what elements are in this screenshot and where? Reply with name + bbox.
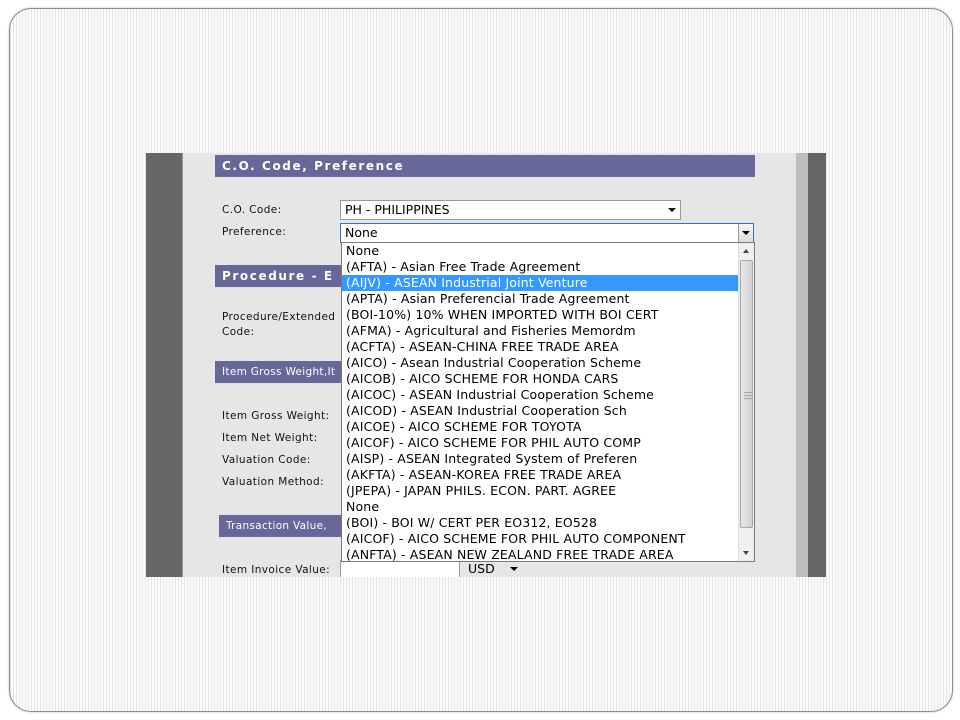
item-invoice-value-input[interactable] xyxy=(340,560,460,577)
preference-value: None xyxy=(345,225,378,240)
dropdown-option[interactable]: None xyxy=(342,243,738,259)
left-gutter xyxy=(146,153,182,577)
dropdown-option[interactable]: (BOI) - BOI W/ CERT PER EO312, EO528 xyxy=(342,515,738,531)
right-gutter xyxy=(808,153,826,577)
dropdown-option[interactable]: (AICOF) - AICO SCHEME FOR PHIL AUTO COMP… xyxy=(342,531,738,547)
procedure-code-label: Code: xyxy=(222,326,255,338)
scroll-up-arrow-icon[interactable] xyxy=(739,243,754,259)
dropdown-option[interactable]: (AISP) - ASEAN Integrated System of Pref… xyxy=(342,451,738,467)
grip-icon: ― ― ― xyxy=(744,388,752,403)
item-gross-weight-label: Item Gross Weight: xyxy=(222,410,330,422)
gutter-divider xyxy=(182,153,183,577)
chevron-down-icon xyxy=(668,208,676,212)
currency-select[interactable]: USD xyxy=(464,560,524,577)
currency-value: USD xyxy=(468,561,495,576)
item-net-weight-label: Item Net Weight: xyxy=(222,432,318,444)
scrollbar-thumb[interactable]: ― ― ― xyxy=(740,260,753,528)
dropdown-option[interactable]: (BOI-10%) 10% WHEN IMPORTED WITH BOI CER… xyxy=(342,307,738,323)
valuation-method-label: Valuation Method: xyxy=(222,476,324,488)
dropdown-option[interactable]: None xyxy=(342,499,738,515)
chevron-down-icon xyxy=(510,567,518,571)
right-gutter-light xyxy=(796,153,808,577)
item-invoice-value-label: Item Invoice Value: xyxy=(222,564,331,576)
form-screenshot: C.O. Code, Preference C.O. Code: PH - PH… xyxy=(146,153,826,577)
co-code-label: C.O. Code: xyxy=(222,204,282,216)
co-code-value: PH - PHILIPPINES xyxy=(345,202,450,217)
dropdown-option[interactable]: (ANFTA) - ASEAN NEW ZEALAND FREE TRADE A… xyxy=(342,547,738,561)
section-header-item-weight: Item Gross Weight,It xyxy=(215,361,343,383)
section-header-transaction-value: Transaction Value, xyxy=(219,515,345,537)
section-header-procedure: Procedure - E xyxy=(215,265,345,287)
dropdown-option[interactable]: (ACFTA) - ASEAN-CHINA FREE TRADE AREA xyxy=(342,339,738,355)
preference-dropdown-list[interactable]: None (AFTA) - Asian Free Trade Agreement(… xyxy=(341,242,755,562)
procedure-label: Procedure/Extended xyxy=(222,311,336,323)
slide-frame: C.O. Code, Preference C.O. Code: PH - PH… xyxy=(9,8,953,712)
dropdown-option[interactable]: (AIJV) - ASEAN Industrial Joint Venture xyxy=(342,275,738,291)
dropdown-option[interactable]: (AICOE) - AICO SCHEME FOR TOYOTA xyxy=(342,419,738,435)
dropdown-option[interactable]: (AICOB) - AICO SCHEME FOR HONDA CARS xyxy=(342,371,738,387)
dropdown-option[interactable]: (AICOF) - AICO SCHEME FOR PHIL AUTO COMP xyxy=(342,435,738,451)
dropdown-option[interactable]: (AKFTA) - ASEAN-KOREA FREE TRADE AREA xyxy=(342,467,738,483)
dropdown-option[interactable]: (AICOD) - ASEAN Industrial Cooperation S… xyxy=(342,403,738,419)
dropdown-option[interactable]: (JPEPA) - JAPAN PHILS. ECON. PART. AGREE xyxy=(342,483,738,499)
co-code-select[interactable]: PH - PHILIPPINES xyxy=(340,200,681,220)
preference-label: Preference: xyxy=(222,226,287,238)
preference-dropdown-button[interactable] xyxy=(738,224,753,242)
dropdown-scrollbar[interactable]: ― ― ― xyxy=(738,243,754,561)
chevron-down-icon xyxy=(742,231,750,235)
dropdown-option[interactable]: (AICOC) - ASEAN Industrial Cooperation S… xyxy=(342,387,738,403)
preference-select[interactable]: None xyxy=(340,223,754,243)
dropdown-option[interactable]: (AFTA) - Asian Free Trade Agreement xyxy=(342,259,738,275)
dropdown-option[interactable]: (AICO) - Asean Industrial Cooperation Sc… xyxy=(342,355,738,371)
valuation-code-label: Valuation Code: xyxy=(222,454,311,466)
dropdown-option[interactable]: (APTA) - Asian Preferencial Trade Agreem… xyxy=(342,291,738,307)
section-header-co-code: C.O. Code, Preference xyxy=(215,155,755,177)
scroll-down-arrow-icon[interactable] xyxy=(739,545,754,561)
dropdown-option[interactable]: (AFMA) - Agricultural and Fisheries Memo… xyxy=(342,323,738,339)
